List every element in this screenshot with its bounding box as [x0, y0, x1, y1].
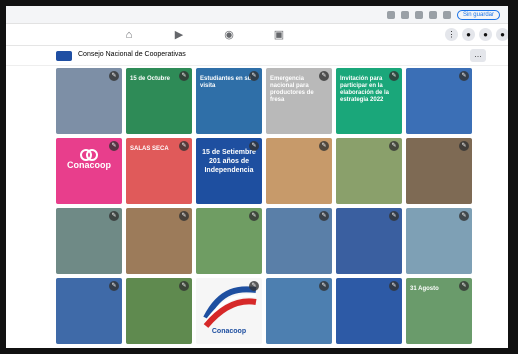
- photo-tile[interactable]: Conacoop ✎: [196, 278, 262, 344]
- photo-tile[interactable]: 31 Agosto ✎: [406, 278, 472, 344]
- extensions-icon[interactable]: [414, 10, 423, 19]
- photo-tile[interactable]: ✎: [126, 278, 192, 344]
- edit-pencil-icon[interactable]: ✎: [179, 141, 189, 151]
- zoom-icon[interactable]: [386, 10, 395, 19]
- edit-pencil-icon[interactable]: ✎: [109, 141, 119, 151]
- sidebar-icon[interactable]: [442, 10, 451, 19]
- tile-caption: Conacoop: [211, 328, 247, 335]
- edit-pencil-icon[interactable]: ✎: [319, 71, 329, 81]
- edit-pencil-icon[interactable]: ✎: [249, 281, 259, 291]
- edit-pencil-icon[interactable]: ✎: [249, 71, 259, 81]
- top-navigation-bar: ⌂ ▶ ◉ ▣ ⋮ ● ● ●: [6, 24, 509, 46]
- edit-pencil-icon[interactable]: ✎: [319, 211, 329, 221]
- edit-pencil-icon[interactable]: ✎: [319, 141, 329, 151]
- page-title: Consejo Nacional de Cooperativas: [78, 51, 186, 58]
- brand-rings-icon: [80, 148, 98, 161]
- browser-toolbar: Sin guardar: [6, 6, 508, 24]
- edit-pencil-icon[interactable]: ✎: [389, 281, 399, 291]
- photo-grid: ✎ 15 de Octubre ✎ Estudiantes en su visita ✎…: [56, 68, 480, 346]
- tile-caption: 15 de Setiembre 201 años de Independenci…: [202, 149, 256, 174]
- menu-grid-icon[interactable]: ⋮: [445, 28, 458, 41]
- photo-tile[interactable]: ✎: [336, 208, 402, 274]
- photo-tile[interactable]: ✎: [266, 138, 332, 204]
- photo-tile[interactable]: ✎: [406, 68, 472, 134]
- edit-pencil-icon[interactable]: ✎: [459, 71, 469, 81]
- notifications-icon[interactable]: ●: [479, 28, 492, 41]
- tile-caption: Conacoop: [67, 160, 111, 170]
- photo-tile[interactable]: ✎: [406, 138, 472, 204]
- photo-tile[interactable]: SALAS SECA ✎: [126, 138, 192, 204]
- more-options-button[interactable]: …: [470, 49, 486, 62]
- photo-tile[interactable]: Conacoop ✎: [56, 138, 122, 204]
- watch-icon[interactable]: ▶: [172, 28, 186, 42]
- edit-pencil-icon[interactable]: ✎: [179, 71, 189, 81]
- photo-tile[interactable]: ✎: [266, 208, 332, 274]
- screen-border-left: [0, 0, 6, 354]
- edit-pencil-icon[interactable]: ✎: [179, 211, 189, 221]
- screen-border-top: [0, 0, 518, 6]
- edit-pencil-icon[interactable]: ✎: [109, 71, 119, 81]
- star-icon[interactable]: [400, 10, 409, 19]
- photo-tile[interactable]: Invitación para participar en la elabora…: [336, 68, 402, 134]
- photo-tile[interactable]: ✎: [406, 208, 472, 274]
- photo-tile[interactable]: ✎: [336, 278, 402, 344]
- screen-border-right: [508, 0, 518, 354]
- edit-pencil-icon[interactable]: ✎: [389, 71, 399, 81]
- edit-pencil-icon[interactable]: ✎: [109, 211, 119, 221]
- edit-pencil-icon[interactable]: ✎: [319, 281, 329, 291]
- messenger-icon[interactable]: ●: [462, 28, 475, 41]
- edit-pencil-icon[interactable]: ✎: [179, 281, 189, 291]
- photo-tile[interactable]: ✎: [56, 278, 122, 344]
- edit-pencil-icon[interactable]: ✎: [459, 211, 469, 221]
- photo-tile[interactable]: ✎: [336, 138, 402, 204]
- photo-tile[interactable]: Emergencia nacional para productores de …: [266, 68, 332, 134]
- photo-tile[interactable]: 15 de Setiembre 201 años de Independenci…: [196, 138, 262, 204]
- edit-pencil-icon[interactable]: ✎: [389, 211, 399, 221]
- puzzle-icon[interactable]: [428, 10, 437, 19]
- edit-pencil-icon[interactable]: ✎: [249, 141, 259, 151]
- photo-tile[interactable]: ✎: [56, 208, 122, 274]
- gaming-icon[interactable]: ▣: [272, 28, 286, 42]
- page-header: Consejo Nacional de Cooperativas …: [6, 46, 508, 66]
- home-icon[interactable]: ⌂: [122, 28, 136, 42]
- photo-tile[interactable]: ✎: [56, 68, 122, 134]
- page-logo: [56, 51, 72, 61]
- photo-tile[interactable]: ✎: [266, 278, 332, 344]
- photo-tile[interactable]: ✎: [126, 208, 192, 274]
- edit-pencil-icon[interactable]: ✎: [459, 281, 469, 291]
- edit-pencil-icon[interactable]: ✎: [109, 281, 119, 291]
- photo-tile[interactable]: 15 de Octubre ✎: [126, 68, 192, 134]
- photo-tile[interactable]: Estudiantes en su visita ✎: [196, 68, 262, 134]
- tile-caption: Emergencia nacional para productores de …: [270, 76, 314, 103]
- profile-pill[interactable]: Sin guardar: [456, 9, 500, 20]
- edit-pencil-icon[interactable]: ✎: [249, 211, 259, 221]
- marketplace-icon[interactable]: ◉: [222, 28, 236, 42]
- tile-caption: Invitación para participar en la elabora…: [340, 76, 390, 103]
- edit-pencil-icon[interactable]: ✎: [389, 141, 399, 151]
- photo-tile[interactable]: ✎: [196, 208, 262, 274]
- screen-border-bottom: [0, 348, 518, 354]
- edit-pencil-icon[interactable]: ✎: [459, 141, 469, 151]
